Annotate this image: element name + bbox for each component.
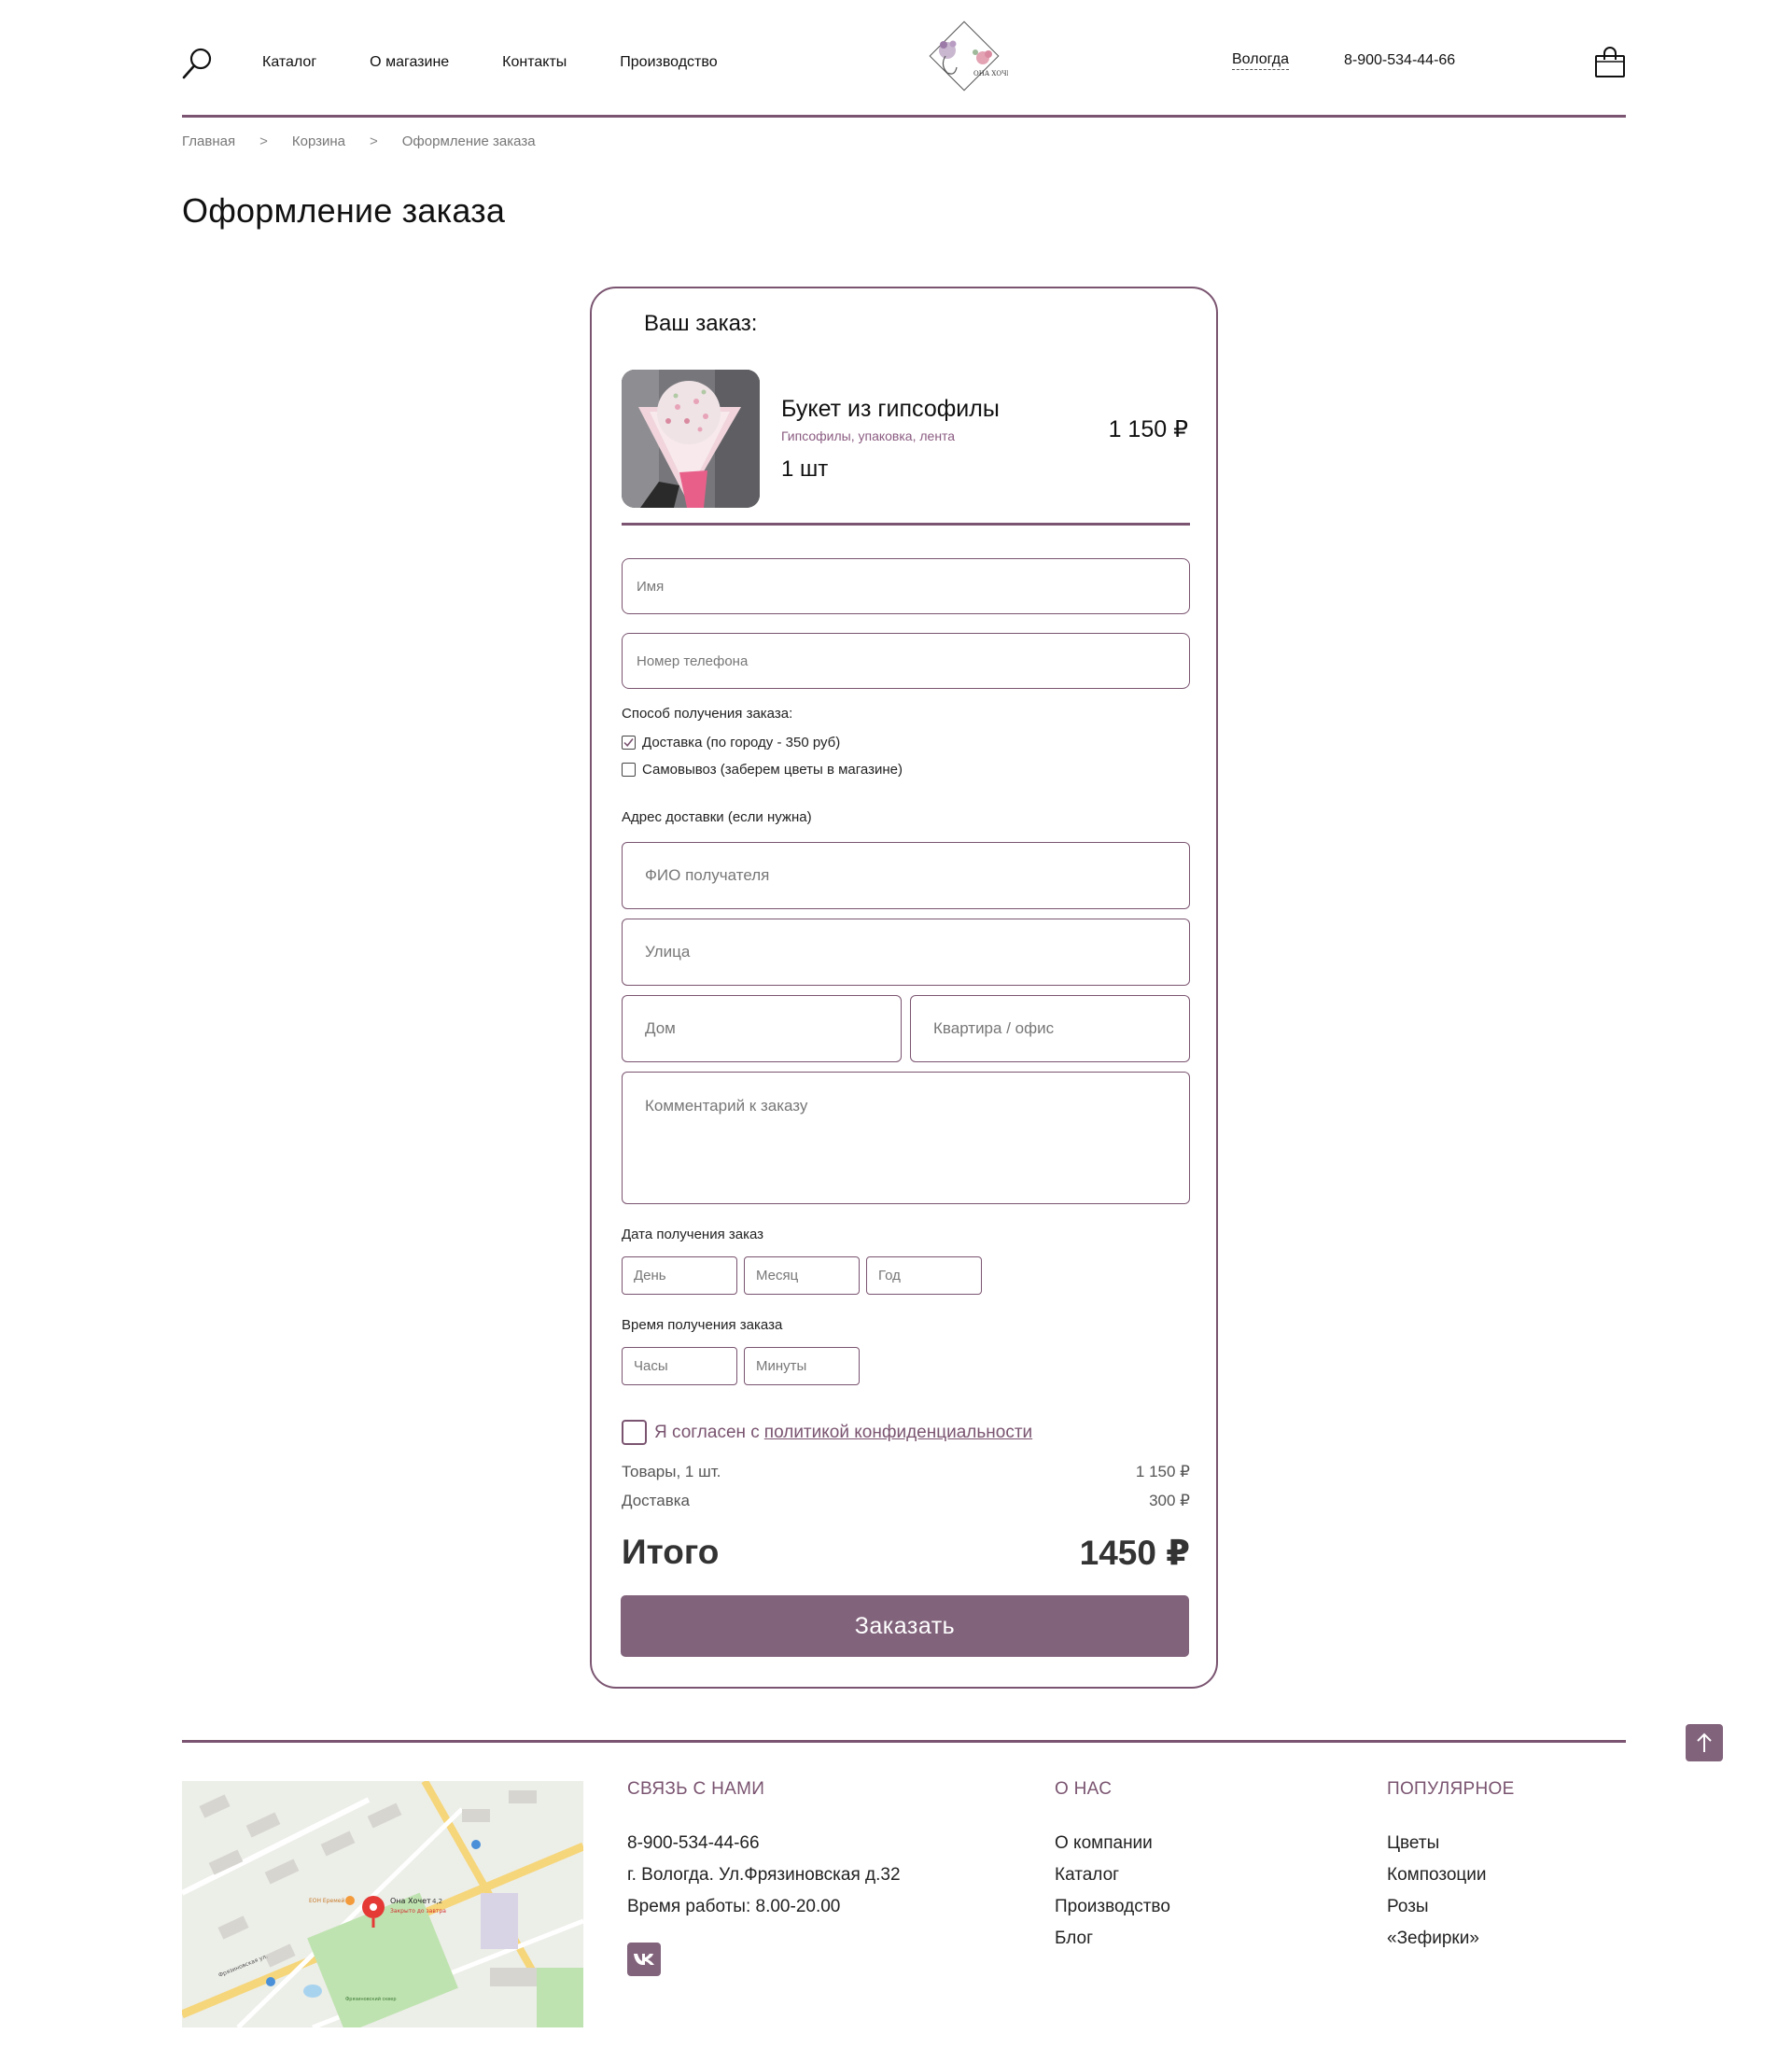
total-label: Итого [622, 1533, 720, 1571]
map-place-rating: 4,2 [432, 1898, 442, 1905]
city-selector[interactable]: Вологда [1232, 51, 1289, 70]
checkbox-icon[interactable] [622, 763, 636, 777]
nav-about[interactable]: О магазине [370, 54, 449, 71]
agree-text: Я согласен с [654, 1422, 760, 1442]
breadcrumb-cart[interactable]: Корзина [292, 133, 345, 149]
name-input[interactable] [622, 558, 1190, 614]
footer-phone[interactable]: 8-900-534-44-66 [627, 1833, 901, 1854]
product-description: Гипсофилы, упаковка, лента [781, 428, 956, 443]
day-input[interactable] [622, 1256, 737, 1295]
delivery-summary: Доставка 300 ₽ [622, 1492, 1190, 1510]
footer-contact-title: СВЯЗЬ С НАМИ [627, 1779, 765, 1799]
order-card: Ваш заказ: Букет из гипсофилы Гипсофилы,… [590, 287, 1218, 1689]
footer-about-production[interactable]: Производство [1055, 1897, 1170, 1917]
breadcrumb: Главная > Корзина > Оформление заказа [182, 133, 536, 149]
address-label: Адрес доставки (если нужна) [622, 809, 812, 825]
footer-hours: Время работы: 8.00-20.00 [627, 1897, 841, 1916]
breadcrumb-current: Оформление заказа [401, 133, 536, 149]
footer-popular-zefirki[interactable]: «Зефирки» [1387, 1929, 1515, 1949]
main-nav: Каталог О магазине Контакты Производство [262, 54, 771, 71]
map-shop-label: ЕОН Еремей [309, 1898, 344, 1904]
goods-value: 1 150 ₽ [1135, 1463, 1190, 1480]
total-value: 1450 ₽ [1079, 1534, 1190, 1572]
date-label: Дата получения заказ [622, 1227, 764, 1242]
nav-catalog[interactable]: Каталог [262, 54, 316, 71]
divider [622, 523, 1190, 526]
recipient-input[interactable] [622, 842, 1190, 909]
product-quantity: 1 шт [781, 456, 829, 482]
product-image [622, 370, 760, 508]
map-place-name: Она Хочет [390, 1897, 431, 1905]
submit-order-button[interactable]: Заказать [621, 1595, 1189, 1657]
footer-address: г. Вологда. Ул.Фрязиновская д.32 [627, 1865, 901, 1885]
street-input[interactable] [622, 919, 1190, 986]
total-summary: Итого 1450 ₽ [622, 1533, 1190, 1573]
time-label: Время получения заказа [622, 1317, 783, 1333]
cart-icon[interactable] [1594, 47, 1626, 78]
comment-textarea[interactable] [622, 1072, 1190, 1204]
chevron-right-icon: > [370, 133, 378, 149]
pickup-option-label: Самовывоз (заберем цветы в магазине) [642, 762, 903, 778]
page-title: Оформление заказа [182, 191, 506, 230]
map-place-status: Закрыто до завтра [390, 1908, 446, 1915]
order-title: Ваш заказ: [644, 311, 758, 336]
nav-contacts[interactable]: Контакты [502, 54, 567, 71]
footer-popular-roses[interactable]: Розы [1387, 1897, 1515, 1917]
search-icon[interactable] [182, 47, 214, 80]
pickup-option[interactable]: Самовывоз (заберем цветы в магазине) [622, 762, 903, 778]
footer-popular: ПОПУЛЯРНОЕ Цветы Композоции Розы «Зефирк… [1387, 1779, 1515, 1960]
footer-popular-compositions[interactable]: Композоции [1387, 1865, 1515, 1886]
header-phone[interactable]: 8-900-534-44-66 [1344, 52, 1455, 69]
privacy-checkbox[interactable] [622, 1420, 647, 1445]
delivery-option[interactable]: Доставка (по городу - 350 руб) [622, 735, 840, 750]
goods-label: Товары, 1 шт. [622, 1463, 721, 1480]
footer-about-blog[interactable]: Блог [1055, 1929, 1170, 1949]
privacy-policy-link[interactable]: политикой конфиденциальности [764, 1423, 1032, 1443]
apartment-input[interactable] [910, 995, 1190, 1062]
house-input[interactable] [622, 995, 902, 1062]
map-park-label: Фрязиновский сквер [345, 1996, 397, 2002]
nav-production[interactable]: Производство [620, 54, 717, 71]
footer-about-catalog[interactable]: Каталог [1055, 1865, 1170, 1886]
breadcrumb-home[interactable]: Главная [182, 133, 235, 149]
product-name: Букет из гипсофилы [781, 396, 1000, 422]
logo[interactable]: ОНА ХОЧЕТ [919, 19, 1016, 101]
footer-contact: СВЯЗЬ С НАМИ 8-900-534-44-66 г. Вологда.… [627, 1779, 901, 1976]
delivery-sum-label: Доставка [622, 1492, 691, 1509]
month-input[interactable] [744, 1256, 860, 1295]
footer-divider [182, 1740, 1626, 1743]
site-header: Каталог О магазине Контакты Производство… [182, 0, 1626, 118]
arrow-up-icon [1697, 1732, 1712, 1752]
scroll-to-top-button[interactable] [1686, 1724, 1723, 1761]
chevron-right-icon: > [259, 133, 268, 149]
footer-about-title: О НАС [1055, 1779, 1113, 1799]
minutes-input[interactable] [744, 1347, 860, 1385]
delivery-sum-value: 300 ₽ [1149, 1492, 1190, 1509]
footer-popular-flowers[interactable]: Цветы [1387, 1833, 1515, 1854]
footer-about-company[interactable]: О компании [1055, 1833, 1170, 1854]
vk-icon[interactable] [627, 1943, 661, 1976]
hours-input[interactable] [622, 1347, 737, 1385]
location-map[interactable]: Она Хочет 4,2 Закрыто до завтра ЕОН Ерем… [182, 1781, 583, 2027]
phone-input[interactable] [622, 633, 1190, 689]
privacy-agreement: Я согласен с политикой конфиденциальност… [622, 1420, 1032, 1445]
footer-popular-title: ПОПУЛЯРНОЕ [1387, 1779, 1515, 1799]
year-input[interactable] [866, 1256, 982, 1295]
product-price: 1 150 ₽ [1108, 416, 1188, 442]
logo-text: ОНА ХОЧЕТ [973, 70, 1008, 77]
goods-summary: Товары, 1 шт. 1 150 ₽ [622, 1463, 1190, 1481]
delivery-method-label: Способ получения заказа: [622, 706, 793, 722]
footer-about: О НАС О компании Каталог Производство Бл… [1055, 1779, 1170, 1960]
delivery-option-label: Доставка (по городу - 350 руб) [642, 735, 841, 750]
checkbox-checked-icon[interactable] [622, 736, 636, 750]
